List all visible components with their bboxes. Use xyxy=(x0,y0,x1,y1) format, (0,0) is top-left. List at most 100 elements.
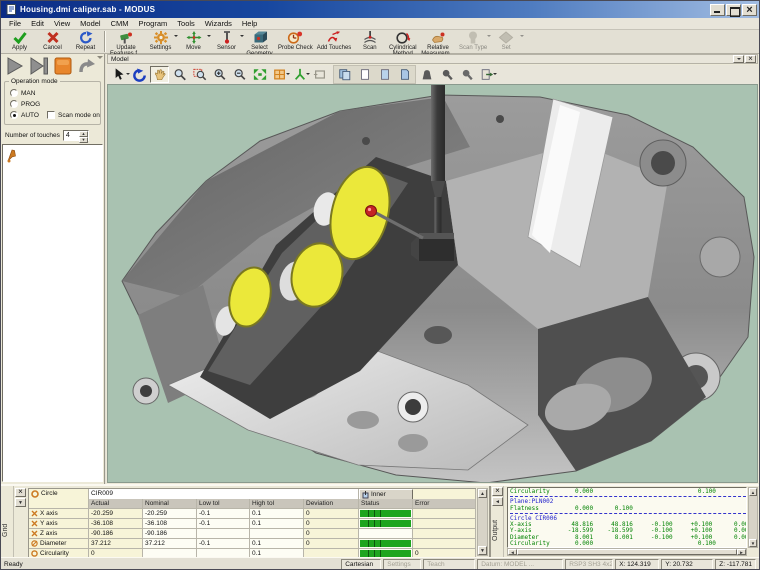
diameter-high-tol[interactable]: 0.1 xyxy=(250,539,304,549)
scan-mode-checkbox[interactable] xyxy=(47,111,55,119)
sensor-button[interactable]: Sensor xyxy=(210,31,243,51)
apply-button[interactable]: Apply xyxy=(3,31,36,51)
play-button[interactable] xyxy=(3,55,26,76)
grid-close-icon[interactable] xyxy=(15,488,26,497)
menu-model[interactable]: Model xyxy=(75,18,105,30)
pan-tool-button[interactable] xyxy=(150,66,169,83)
scroll-up-icon[interactable] xyxy=(749,488,757,496)
zoom-out-tool-button[interactable] xyxy=(230,66,249,83)
grid-scrollbar[interactable] xyxy=(477,488,488,556)
settings-button[interactable]: Settings xyxy=(144,31,177,51)
stop-button[interactable] xyxy=(51,55,74,76)
menu-help[interactable]: Help xyxy=(237,18,262,30)
menu-program[interactable]: Program xyxy=(134,18,173,30)
col-error[interactable]: Error xyxy=(413,499,476,509)
y-nominal[interactable]: -36.108 xyxy=(143,519,197,529)
lock-tool-button[interactable] xyxy=(417,66,436,83)
undo-move-button[interactable] xyxy=(75,55,98,76)
scroll-left-icon[interactable] xyxy=(508,549,517,555)
repeat-button[interactable]: Repeat xyxy=(69,31,102,51)
x-high-tol[interactable]: 0.1 xyxy=(250,509,304,519)
diameter-deviation[interactable]: 0 xyxy=(304,539,359,549)
zoom-window-tool-button[interactable] xyxy=(190,66,209,83)
touches-value[interactable]: 4 xyxy=(64,131,79,140)
view-layout-tool-button[interactable] xyxy=(270,66,289,83)
page-fold-tool-button[interactable] xyxy=(395,66,414,83)
model-panel-close-icon[interactable] xyxy=(745,55,756,63)
page-new-tool-button[interactable] xyxy=(355,66,374,83)
close-button[interactable] xyxy=(742,4,757,16)
select-tool-button[interactable] xyxy=(110,66,129,83)
maximize-button[interactable] xyxy=(726,4,741,16)
z-nominal[interactable]: -90.186 xyxy=(143,529,197,539)
probe-check-button[interactable]: Probe Check xyxy=(276,31,315,51)
scroll-up-icon[interactable] xyxy=(478,489,487,498)
y-low-tol[interactable]: -0.1 xyxy=(197,519,250,529)
zoom-tool-button[interactable] xyxy=(170,66,189,83)
scan-button[interactable]: Scan xyxy=(353,31,386,51)
col-deviation[interactable]: Deviation xyxy=(304,499,359,509)
z-low-tol[interactable] xyxy=(197,529,250,539)
radio-man-circle[interactable] xyxy=(10,89,18,97)
y-actual[interactable]: -36.108 xyxy=(89,519,143,529)
diameter-nominal[interactable]: 37.212 xyxy=(143,539,197,549)
diameter-actual[interactable]: 37.212 xyxy=(89,539,143,549)
feature-tree[interactable] xyxy=(2,144,103,482)
z-high-tol[interactable] xyxy=(250,529,304,539)
diameter-low-tol[interactable]: -0.1 xyxy=(197,539,250,549)
axes-tool-button[interactable] xyxy=(290,66,309,83)
zoom-in-tool-button[interactable] xyxy=(210,66,229,83)
grid-dock-icon[interactable] xyxy=(15,498,26,507)
export-dropdown-icon[interactable] xyxy=(493,73,497,77)
move-button[interactable]: Move xyxy=(177,31,210,51)
export-tool-button[interactable] xyxy=(477,66,496,83)
x-actual[interactable]: -20.259 xyxy=(89,509,143,519)
radio-auto-circle[interactable] xyxy=(10,111,18,119)
viewport-3d[interactable] xyxy=(107,84,758,483)
add-touches-button[interactable]: Add Touches xyxy=(315,31,354,51)
radio-man[interactable]: MAN xyxy=(10,89,35,97)
x-low-tol[interactable]: -0.1 xyxy=(197,509,250,519)
col-high-tol[interactable]: High tol xyxy=(250,499,304,509)
find-tool-button[interactable] xyxy=(437,66,456,83)
rotate-tool-button[interactable] xyxy=(130,66,149,83)
output-dock-icon[interactable] xyxy=(492,497,503,506)
menu-edit[interactable]: Edit xyxy=(26,18,49,30)
scroll-right-icon[interactable] xyxy=(737,549,746,555)
scroll-down-icon[interactable] xyxy=(749,539,757,547)
output-vertical-scrollbar[interactable] xyxy=(748,487,758,548)
x-nominal[interactable]: -20.259 xyxy=(143,509,197,519)
scroll-down-icon[interactable] xyxy=(478,546,487,555)
y-high-tol[interactable]: 0.1 xyxy=(250,519,304,529)
col-actual[interactable]: Actual xyxy=(89,499,143,509)
output-tab[interactable]: Output xyxy=(492,504,503,557)
model-panel-menu-icon[interactable] xyxy=(733,55,744,63)
menu-tools[interactable]: Tools xyxy=(172,18,200,30)
status-cartesian[interactable]: Cartesian xyxy=(341,559,381,570)
radio-auto[interactable]: AUTO xyxy=(10,111,39,119)
number-of-touches-spinner[interactable]: 4 xyxy=(63,130,89,141)
set-button[interactable]: Set xyxy=(490,31,523,51)
x-deviation[interactable]: 0 xyxy=(304,509,359,519)
output-horizontal-scrollbar[interactable] xyxy=(507,548,747,556)
z-actual[interactable]: -90.186 xyxy=(89,529,143,539)
box-select-tool-button[interactable] xyxy=(310,66,329,83)
menu-wizards[interactable]: Wizards xyxy=(200,18,237,30)
menu-view[interactable]: View xyxy=(49,18,75,30)
col-low-tol[interactable]: Low tol xyxy=(197,499,250,509)
z-deviation[interactable]: 0 xyxy=(304,529,359,539)
col-status[interactable]: Status xyxy=(359,499,413,509)
y-deviation[interactable]: 0 xyxy=(304,519,359,529)
spinner-down-icon[interactable] xyxy=(79,137,88,143)
copy-tool-button[interactable] xyxy=(335,66,354,83)
panel-options-chevron-icon[interactable] xyxy=(97,56,103,62)
grid-tab[interactable]: Grid xyxy=(2,504,13,557)
page-blue-tool-button[interactable] xyxy=(375,66,394,83)
menu-cmm[interactable]: CMM xyxy=(106,18,134,30)
menu-file[interactable]: File xyxy=(4,18,26,30)
radio-prog[interactable]: PROG xyxy=(10,100,40,108)
radio-prog-circle[interactable] xyxy=(10,100,18,108)
output-close-icon[interactable] xyxy=(492,487,503,496)
find-2-tool-button[interactable] xyxy=(457,66,476,83)
cancel-button[interactable]: Cancel xyxy=(36,31,69,51)
